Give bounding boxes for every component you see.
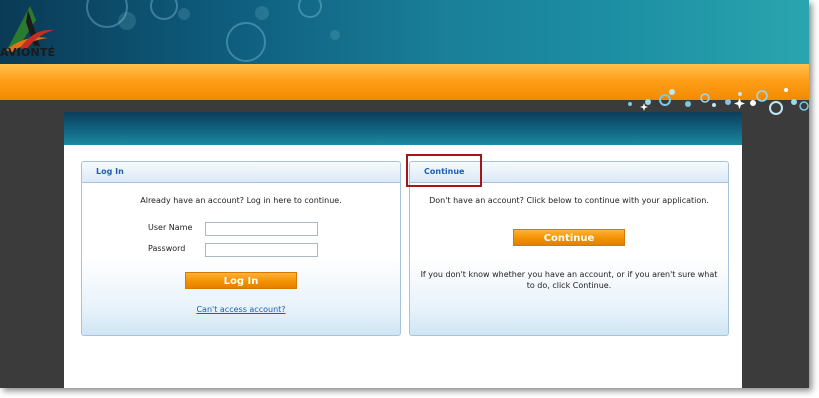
header-banner: AVIONTÉ <box>0 0 809 64</box>
decor-bubble <box>330 30 340 40</box>
highlight-box <box>406 154 482 187</box>
decor-bubble <box>255 6 269 20</box>
continue-intro-text: Don't have an account? Click below to co… <box>429 196 709 205</box>
decor-bubble <box>226 22 266 62</box>
logo-text: AVIONTÉ <box>0 46 56 59</box>
decor-bubble <box>298 0 322 18</box>
password-label: Password <box>148 244 186 253</box>
login-panel-title: Log In <box>82 162 400 183</box>
continue-note-text: If you don't know whether you have an ac… <box>420 270 718 290</box>
continue-panel: Continue Don't have an account? Click be… <box>409 161 729 336</box>
login-panel: Log In Already have an account? Log in h… <box>81 161 401 336</box>
login-button[interactable]: Log In <box>185 272 297 289</box>
login-intro-text: Already have an account? Log in here to … <box>140 196 342 205</box>
browser-screenshot-frame: AVIONTÉ Log In Already have an account? … <box>0 0 809 388</box>
username-label: User Name <box>148 223 193 232</box>
content-header-bar <box>64 112 742 145</box>
decor-bubble <box>118 12 136 30</box>
username-input[interactable] <box>205 222 318 236</box>
decor-bubble <box>150 0 178 20</box>
cant-access-account-link[interactable]: Can't access account? <box>82 305 400 314</box>
password-input[interactable] <box>205 243 318 257</box>
main-content-area: Log In Already have an account? Log in h… <box>64 112 742 388</box>
continue-button[interactable]: Continue <box>513 229 625 246</box>
decor-bubble <box>178 8 190 20</box>
